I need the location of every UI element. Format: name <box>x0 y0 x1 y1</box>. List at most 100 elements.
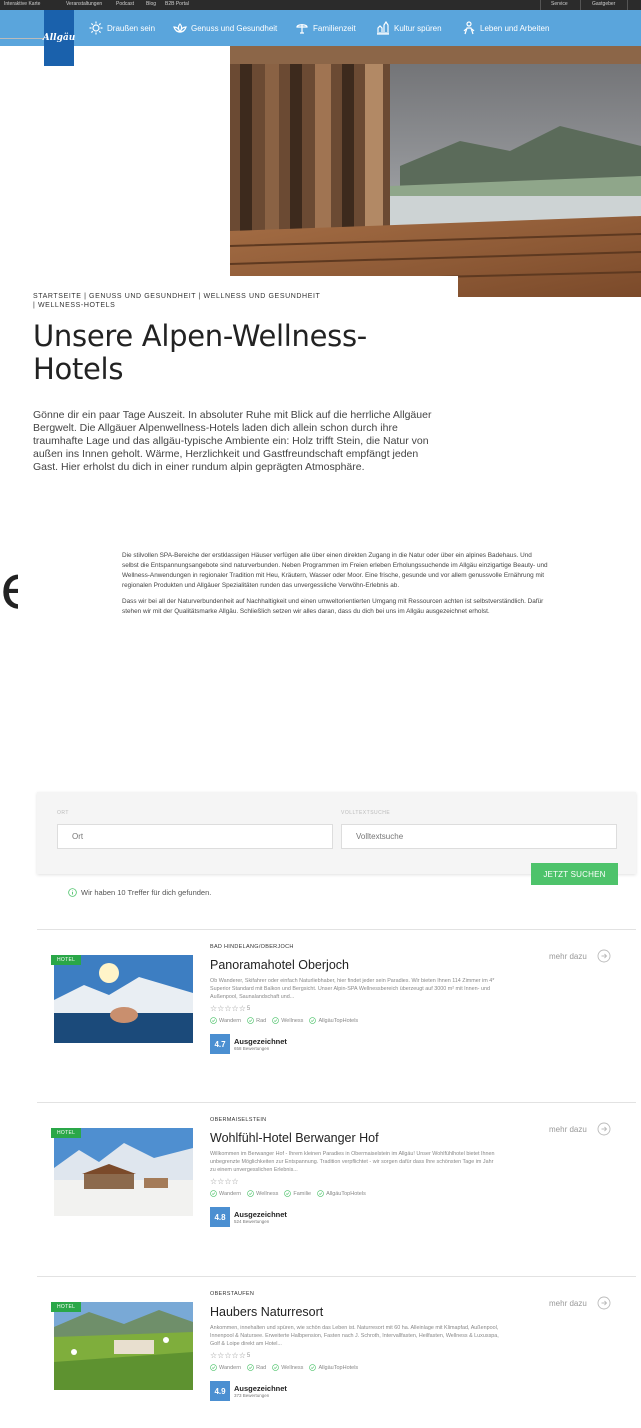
result-card[interactable]: HOTEL BAD HINDELANG/OBERJOCH Panoramahot… <box>37 929 636 1104</box>
lotus-icon <box>173 23 187 34</box>
ort-label: ORT <box>57 810 69 816</box>
tag: AllgäuTopHotels <box>309 1017 358 1024</box>
person-icon <box>463 21 475 35</box>
nav-item-leben-und-arbeiten[interactable]: Leben und Arbeiten <box>462 10 549 46</box>
nav-item-label: Draußen sein <box>107 23 156 33</box>
nav-item-draussen-sein[interactable]: Draußen sein <box>89 10 155 46</box>
topbar-link-b2b-portal[interactable]: B2B Portal <box>165 1 189 7</box>
rating-score: 4.8 <box>210 1207 230 1227</box>
check-circle-icon <box>247 1017 254 1024</box>
nav-item-label: Familienzeit <box>313 23 356 33</box>
check-circle-icon <box>272 1017 280 1024</box>
mehr-dazu-link[interactable]: mehr dazu <box>549 1122 611 1136</box>
tag-list: Wandern Rad Wellness AllgäuTopHotels <box>210 1364 358 1371</box>
nav-item-genuss-und-gesundheit[interactable]: Genuss und Gesundheit <box>173 10 277 46</box>
rating-label: Ausgezeichnet <box>234 1037 287 1046</box>
arrow-right-circle-icon <box>597 1122 611 1136</box>
tag-label: Wellness <box>281 1364 304 1371</box>
hotel-name[interactable]: Panoramahotel Oberjoch <box>210 958 349 972</box>
nav-item-label: Kultur spüren <box>394 23 442 33</box>
rating-score: 4.7 <box>210 1034 230 1054</box>
mehr-dazu-link[interactable]: mehr dazu <box>549 1296 611 1310</box>
tag-label: Familie <box>293 1190 312 1197</box>
hotel-badge: HOTEL <box>51 1302 82 1312</box>
review-rating: 4.8 Ausgezeichnet 524 Bewertungen <box>210 1207 287 1227</box>
tag-label: AllgäuTopHotels <box>318 1017 359 1024</box>
topbar-link-podcast[interactable]: Podcast <box>116 1 134 7</box>
topbar-separator <box>540 0 541 10</box>
tag: AllgäuTopHotels <box>309 1364 358 1371</box>
sun-icon <box>89 21 103 35</box>
hotel-name[interactable]: Haubers Naturresort <box>210 1305 323 1319</box>
hero-picture <box>230 46 641 297</box>
hotel-location: BAD HINDELANG/OBERJOCH <box>210 944 294 950</box>
topbar-link-veranstaltungen[interactable]: Veranstaltungen <box>66 1 102 7</box>
topbar-link-interaktive-karte[interactable]: Interaktive Karte <box>4 1 40 7</box>
result-card[interactable]: HOTEL OBERMAISELSTEIN Wohlfühl-Hotel Ber… <box>37 1102 636 1277</box>
check-circle-icon <box>210 1017 217 1024</box>
tag: Wellness <box>247 1190 278 1197</box>
check-circle-icon <box>309 1017 317 1024</box>
check-circle-icon <box>247 1190 254 1197</box>
tag: Wandern <box>210 1190 241 1197</box>
page-title: Unsere Alpen-Wellness-Hotels <box>33 319 367 386</box>
tag: Rad <box>247 1017 266 1024</box>
tag-label: Wandern <box>219 1364 242 1371</box>
tag: Wellness <box>272 1017 303 1024</box>
tag-label: Wellness <box>281 1017 304 1024</box>
breadcrumb-line[interactable]: STARTSEITE | GENUSS UND GESUNDHEIT | WEL… <box>33 292 393 301</box>
stars: ☆☆☆☆☆ <box>210 1351 246 1360</box>
logo-text: Allgäu <box>42 33 76 43</box>
topbar-link-blog[interactable]: Blog <box>146 1 156 7</box>
stars: ☆☆☆☆ <box>210 1177 239 1186</box>
hotel-name[interactable]: Wohlfühl-Hotel Berwanger Hof <box>210 1131 379 1145</box>
topbar-link-gastgeber[interactable]: Gastgeber <box>592 1 615 7</box>
topbar-link-service[interactable]: Service <box>551 1 568 7</box>
nav-item-familienzeit[interactable]: Familienzeit <box>295 10 356 46</box>
hotel-badge: HOTEL <box>51 1128 82 1138</box>
tag: Rad <box>247 1364 266 1371</box>
tag: Familie <box>284 1190 311 1197</box>
results-count-note: Wir haben 10 Treffer für dich gefunden. <box>68 888 211 897</box>
tag: Wellness <box>272 1364 303 1371</box>
body-paragraph: Dass wir bei all der Naturverbundenheit … <box>122 598 544 615</box>
nav-item-label: Leben und Arbeiten <box>480 23 550 33</box>
star-count: 5 <box>246 1005 251 1012</box>
hotel-thumbnail[interactable] <box>54 1128 193 1216</box>
parasol-icon <box>296 24 308 34</box>
topbar-separator <box>580 0 581 10</box>
hotel-description: Ankommen, innehalten und spüren, wie sch… <box>210 1325 499 1347</box>
review-rating: 4.7 Ausgezeichnet 658 Bewertungen <box>210 1034 287 1054</box>
check-circle-icon <box>210 1190 217 1197</box>
body-paragraph: Die stilvollen SPA-Bereiche der erstklas… <box>122 552 548 589</box>
search-button[interactable]: JETZT SUCHEN <box>531 863 618 885</box>
main-navigation: Draußen sein Genuss und Gesundheit Famil… <box>0 10 641 46</box>
body-text: Die stilvollen SPA-Bereiche der erstklas… <box>122 551 548 623</box>
tag: Wandern <box>210 1017 241 1024</box>
tag-label: Wandern <box>219 1017 242 1024</box>
hotel-location: OBERSTAUFEN <box>210 1291 255 1297</box>
mehr-dazu-link[interactable]: mehr dazu <box>549 949 611 963</box>
hotel-photo <box>54 1302 193 1390</box>
topbar-separator <box>627 0 628 10</box>
check-circle-icon <box>272 1364 280 1371</box>
nav-item-kultur-spueren[interactable]: Kultur spüren <box>376 10 442 46</box>
ort-input[interactable] <box>57 824 333 849</box>
breadcrumb-line[interactable]: | WELLNESS-HOTELS <box>33 301 393 310</box>
hotel-thumbnail[interactable] <box>54 1302 193 1390</box>
tag-label: Rad <box>256 1364 267 1371</box>
star-count: 5 <box>246 1352 251 1359</box>
check-circle-icon <box>309 1364 317 1371</box>
breadcrumb[interactable]: STARTSEITE | GENUSS UND GESUNDHEIT | WEL… <box>33 292 393 310</box>
edge-glyph: e <box>0 558 18 618</box>
hotel-photo <box>54 955 193 1043</box>
castle-icon <box>377 21 389 35</box>
volltext-label: VOLLTEXTSUCHE <box>341 810 391 816</box>
allgaeu-logo[interactable]: Allgäu <box>42 10 76 66</box>
volltext-input[interactable] <box>341 824 617 849</box>
lead-paragraph: Gönne dir ein paar Tage Auszeit. In abso… <box>33 409 432 473</box>
rating-count: 524 Bewertungen <box>234 1219 270 1224</box>
result-card[interactable]: HOTEL OBERSTAUFEN Haubers Naturresort An… <box>37 1276 636 1428</box>
hotel-thumbnail[interactable] <box>54 955 193 1043</box>
tag: Wandern <box>210 1364 241 1371</box>
